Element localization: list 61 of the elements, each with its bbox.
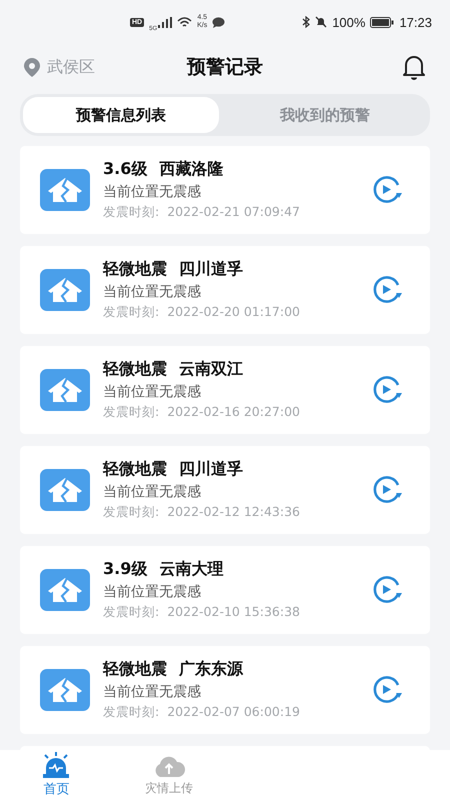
alert-note: 当前位置无震感 [103, 183, 202, 201]
alert-time: 2022-02-20 01:17:00 [167, 304, 300, 321]
time-label: 发震时刻: [103, 704, 160, 721]
location-pin-icon [24, 58, 40, 76]
alert-note: 当前位置无震感 [103, 283, 202, 301]
alert-card[interactable]: 轻微地震 广东东源 当前位置无震感 发震时刻: 2022-02-07 06:00:19 [20, 646, 430, 734]
alert-time: 2022-02-16 20:27:00 [167, 404, 300, 421]
alert-location: 云南大理 [159, 559, 224, 580]
alert-magnitude: 轻微地震 [103, 459, 167, 480]
cracked-house-icon [40, 469, 90, 511]
alert-magnitude: 轻微地震 [103, 659, 167, 680]
wifi-icon [177, 16, 192, 28]
alert-note: 当前位置无震感 [103, 683, 202, 701]
replay-icon[interactable] [372, 276, 404, 304]
alert-location: 西藏洛隆 [159, 159, 224, 180]
cracked-house-icon [40, 269, 90, 311]
clock: 17:23 [399, 14, 432, 30]
alert-note: 当前位置无震感 [103, 383, 202, 401]
alert-location: 四川道孚 [179, 459, 243, 480]
time-label: 发震时刻: [103, 504, 160, 521]
mute-bell-icon [315, 16, 328, 28]
replay-icon[interactable] [372, 576, 404, 604]
alert-magnitude: 3.9级 [103, 559, 148, 580]
alert-magnitude: 轻微地震 [103, 259, 167, 280]
nav-label[interactable]: 首页 [43, 780, 70, 798]
alert-card[interactable]: 轻微地震 云南双江 当前位置无震感 发震时刻: 2022-02-16 20:27:00 [20, 346, 430, 434]
battery-icon [370, 16, 394, 28]
alert-note: 当前位置无震感 [103, 483, 202, 501]
page-title: 预警记录 [187, 55, 263, 80]
cracked-house-icon [40, 569, 90, 611]
alert-magnitude: 轻微地震 [103, 359, 167, 380]
alert-card[interactable]: 3.6级 西藏洛隆 当前位置无震感 发震时刻: 2022-02-21 07:09:47 [20, 146, 430, 234]
cracked-house-icon [40, 169, 90, 211]
chat-icon [212, 16, 226, 28]
replay-icon[interactable] [372, 376, 404, 404]
time-label: 发震时刻: [103, 404, 160, 421]
alert-time: 2022-02-21 07:09:47 [167, 204, 300, 221]
alert-time: 2022-02-10 15:36:38 [167, 604, 300, 621]
time-label: 发震时刻: [103, 304, 160, 321]
time-label: 发震时刻: [103, 604, 160, 621]
alert-card[interactable]: 3.9级 云南大理 当前位置无震感 发震时刻: 2022-02-10 15:36:38 [20, 546, 430, 634]
battery-percent: 100% [332, 14, 366, 30]
cracked-house-icon [40, 669, 90, 711]
replay-icon[interactable] [372, 476, 404, 504]
bell-icon[interactable] [402, 54, 426, 80]
alert-time: 2022-02-12 12:43:36 [167, 504, 300, 521]
tab[interactable]: 预警信息列表 [23, 97, 219, 133]
alert-note: 当前位置无震感 [103, 583, 202, 601]
alert-card[interactable]: 轻微地震 四川道孚 当前位置无震感 发震时刻: 2022-02-12 12:43:36 [20, 446, 430, 534]
alert-location: 四川道孚 [179, 259, 243, 280]
cracked-house-icon [40, 369, 90, 411]
time-label: 发震时刻: [103, 204, 160, 221]
alert-magnitude: 3.6级 [103, 159, 148, 180]
alert-time: 2022-02-07 06:00:19 [167, 704, 300, 721]
alert-location: 广东东源 [179, 659, 243, 680]
replay-icon[interactable] [372, 676, 404, 704]
alert-location: 云南双江 [179, 359, 243, 380]
signal-icon [158, 16, 172, 28]
replay-icon[interactable] [372, 176, 404, 204]
bluetooth-icon [302, 16, 310, 28]
alert-card[interactable]: 轻微地震 四川道孚 当前位置无震感 发震时刻: 2022-02-20 01:17:00 [20, 246, 430, 334]
